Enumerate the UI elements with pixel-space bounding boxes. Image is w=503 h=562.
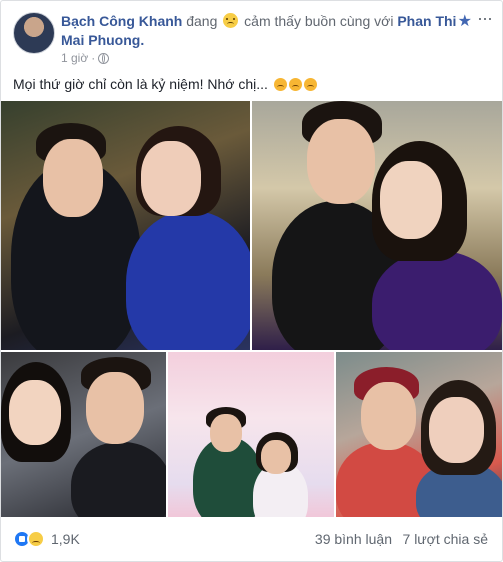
face-shape: [380, 161, 442, 239]
share-count[interactable]: 7 lượt chia sẻ: [403, 531, 488, 547]
post-timestamp[interactable]: 1 giờ: [61, 51, 88, 65]
face-shape: [261, 440, 291, 474]
post-meta: 1 giờ ·: [61, 51, 110, 65]
face-shape: [141, 141, 201, 216]
sad-emoji-icon: [273, 78, 287, 91]
face-shape: [86, 372, 144, 444]
sad-emoji-icon: [288, 78, 302, 91]
dress-silhouette: [126, 211, 250, 350]
facebook-post: Bạch Công Khanh đang cảm thấy buồn cùng …: [0, 0, 503, 562]
author-name[interactable]: Bạch Công Khanh: [61, 13, 182, 29]
post-body: Mọi thứ giờ chỉ còn là kỷ niệm! Nhớ chị.…: [13, 75, 317, 93]
feeling-prefix: đang: [186, 13, 218, 29]
photo-3[interactable]: [1, 352, 166, 517]
face-shape: [210, 414, 242, 452]
photo-1[interactable]: [1, 101, 250, 350]
meta-separator: ·: [91, 51, 96, 65]
post-header: Bạch Công Khanh đang cảm thấy buồn cùng …: [61, 12, 461, 50]
photo-2[interactable]: [252, 101, 502, 350]
sad-face-emoji-icon: [223, 13, 239, 28]
reaction-count[interactable]: 1,9K: [51, 531, 80, 547]
sad-emoji-icon: [303, 78, 317, 91]
face-shape: [361, 382, 416, 450]
face-shape: [307, 119, 375, 204]
star-icon[interactable]: ★: [458, 11, 472, 31]
photo-5[interactable]: [336, 352, 502, 517]
sad-reaction-icon[interactable]: [27, 530, 45, 548]
dress-silhouette: [372, 251, 502, 350]
more-options-icon[interactable]: ···: [477, 8, 493, 29]
author-avatar[interactable]: [13, 12, 55, 54]
comment-count[interactable]: 39 bình luận: [315, 531, 392, 547]
face-shape: [429, 397, 484, 463]
post-message: Mọi thứ giờ chỉ còn là kỷ niệm! Nhớ chị.…: [13, 76, 268, 92]
photo-4[interactable]: [168, 352, 334, 517]
globe-icon[interactable]: [98, 53, 110, 64]
post-footer: 1,9K 39 bình luận 7 lượt chia sẻ: [1, 517, 502, 561]
face-shape: [9, 380, 61, 445]
person-silhouette: [71, 442, 166, 517]
feeling-text: cảm thấy buồn cùng với: [244, 13, 394, 29]
face-shape: [43, 139, 103, 217]
